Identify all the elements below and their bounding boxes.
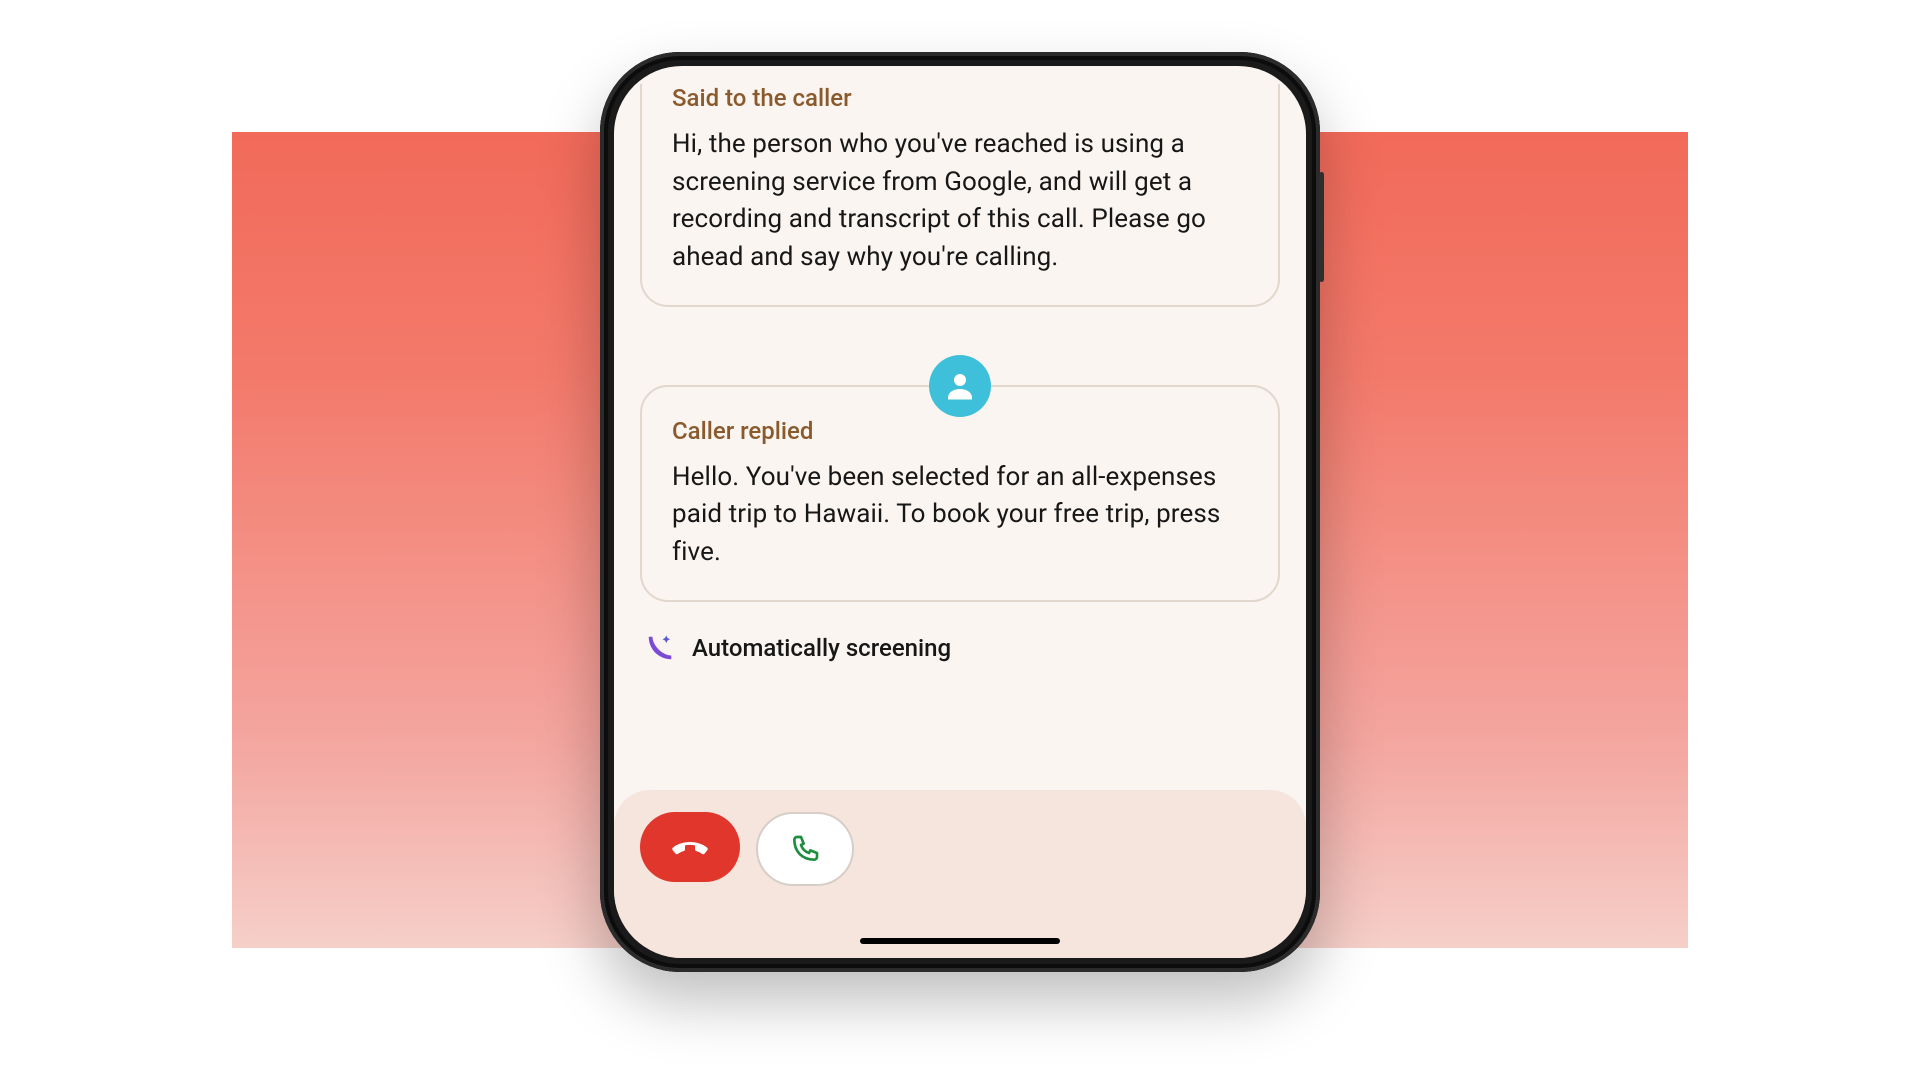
transcript-card-said: Said to the caller Hi, the person who yo… — [640, 84, 1280, 307]
phone-frame: Said to the caller Hi, the person who yo… — [600, 52, 1320, 972]
answer-button[interactable] — [756, 812, 854, 886]
phone-screen: Said to the caller Hi, the person who yo… — [614, 66, 1306, 958]
home-indicator[interactable] — [860, 938, 1060, 944]
transcript-body-replied: Hello. You've been selected for an all-e… — [672, 459, 1248, 572]
call-assist-icon — [642, 630, 678, 666]
power-button — [1319, 172, 1324, 282]
screening-status: Automatically screening — [642, 630, 1278, 666]
screening-status-text: Automatically screening — [692, 634, 951, 662]
phone-icon — [789, 833, 821, 865]
transcript-label-replied: Caller replied — [672, 417, 1248, 445]
hangup-button[interactable] — [640, 812, 740, 882]
call-actions-bar — [614, 790, 1306, 958]
hangup-icon — [670, 827, 710, 867]
backdrop: Said to the caller Hi, the person who yo… — [232, 132, 1688, 948]
transcript-body-said: Hi, the person who you've reached is usi… — [672, 126, 1248, 277]
transcript-card-replied: Caller replied Hello. You've been select… — [640, 385, 1280, 602]
caller-avatar-icon — [929, 355, 991, 417]
transcript-label-said: Said to the caller — [672, 84, 1248, 112]
